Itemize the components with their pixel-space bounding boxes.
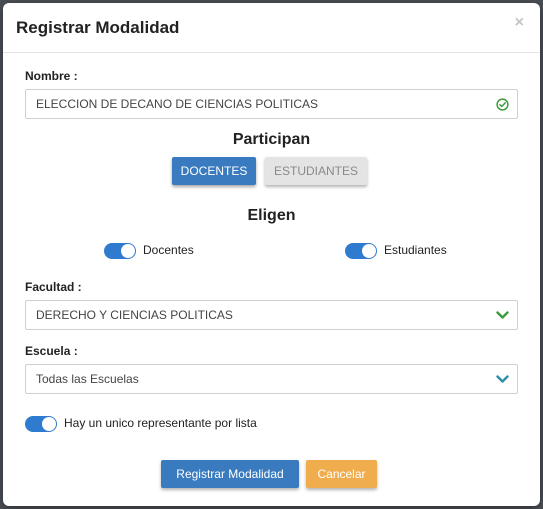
representante-label: Hay un unico representante por lista [64, 416, 257, 430]
eligen-heading: Eligen [247, 207, 296, 224]
registrar-modalidad-button[interactable]: Registrar Modalidad [161, 460, 299, 488]
modal-header: Registrar Modalidad × [3, 3, 540, 53]
facultad-select[interactable]: DERECHO Y CIENCIAS POLITICAS [25, 300, 518, 330]
chevron-down-icon [496, 301, 509, 329]
nombre-input[interactable]: ELECCION DE DECANO DE CIENCIAS POLITICAS [25, 89, 518, 119]
participan-docentes-button[interactable]: DOCENTES [172, 157, 256, 185]
modal-title: Registrar Modalidad [16, 18, 180, 37]
eligen-docentes-toggle[interactable] [104, 243, 136, 259]
nombre-label: Nombre : [25, 69, 78, 83]
eligen-docentes-label: Docentes [143, 243, 194, 257]
representante-toggle[interactable] [25, 416, 57, 432]
participan-heading: Participan [232, 131, 311, 148]
eligen-estudiantes-label: Estudiantes [384, 243, 447, 257]
close-button[interactable]: × [515, 14, 524, 32]
eligen-estudiantes-toggle[interactable] [345, 243, 377, 259]
facultad-label: Facultad : [25, 280, 82, 294]
registrar-modalidad-dialog: Registrar Modalidad × Nombre : ELECCION … [3, 3, 540, 506]
chevron-down-icon [496, 365, 509, 393]
nombre-value: ELECCION DE DECANO DE CIENCIAS POLITICAS [36, 97, 319, 111]
facultad-value: DERECHO Y CIENCIAS POLITICAS [36, 308, 233, 322]
escuela-label: Escuela : [25, 344, 78, 358]
cancel-button[interactable]: Cancelar [306, 460, 377, 488]
check-circle-icon [496, 90, 509, 118]
escuela-select[interactable]: Todas las Escuelas [25, 364, 518, 394]
escuela-value: Todas las Escuelas [36, 372, 139, 386]
participan-estudiantes-button[interactable]: ESTUDIANTES [265, 157, 367, 185]
